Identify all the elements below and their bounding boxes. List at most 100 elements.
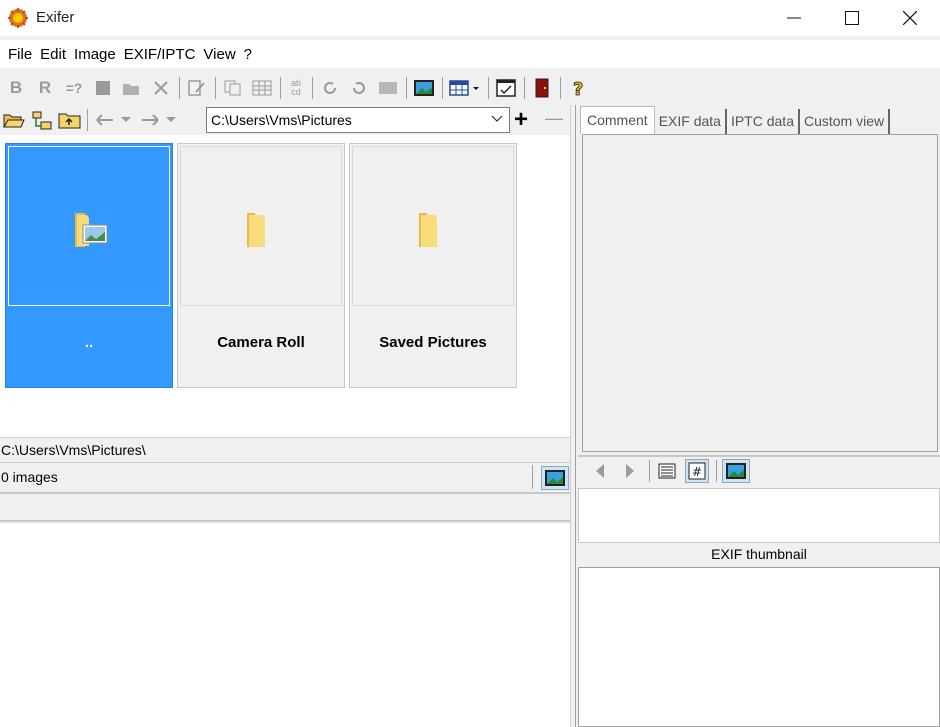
folder-tree-icon — [32, 111, 52, 130]
help-question-icon: ? — [573, 79, 584, 98]
hash-view-button[interactable]: # — [685, 459, 709, 483]
folder-thumbnail[interactable]: Saved Pictures — [349, 143, 517, 388]
remove-favorite-button[interactable]: — — [545, 108, 563, 129]
file-details-pane — [0, 524, 570, 727]
rotate-left-button[interactable] — [347, 76, 371, 100]
chevron-down-icon — [166, 117, 176, 122]
toolbar-separator — [524, 77, 525, 99]
next-button[interactable] — [618, 459, 642, 483]
rename-button[interactable]: R — [33, 76, 57, 100]
folder-label: Camera Roll — [217, 334, 305, 351]
menu-file[interactable]: File — [0, 46, 32, 63]
list-view-button[interactable] — [655, 459, 679, 483]
view-grid-icon — [449, 80, 479, 96]
chevron-down-icon — [121, 117, 131, 122]
forward-history-dropdown[interactable] — [164, 108, 178, 132]
tab-custom-view[interactable]: Custom view — [800, 109, 891, 134]
delete-button[interactable] — [149, 76, 173, 100]
thumbnail-frame — [352, 146, 514, 306]
show-preview-toggle[interactable] — [541, 466, 569, 490]
arrow-left-icon — [96, 114, 113, 126]
table-button[interactable] — [250, 76, 274, 100]
stop-button[interactable] — [91, 76, 115, 100]
minimize-button[interactable] — [764, 0, 824, 36]
exit-button[interactable] — [530, 76, 554, 100]
rotate-left-icon — [353, 82, 365, 94]
info-bar — [0, 492, 570, 522]
bold-button[interactable]: B — [4, 76, 28, 100]
back-button[interactable] — [93, 108, 117, 132]
folder-icon — [417, 211, 443, 250]
chevron-down-icon[interactable] — [491, 112, 503, 127]
square-icon — [96, 81, 110, 95]
metadata-tabs: Comment EXIF data IPTC data Custom view — [580, 106, 891, 134]
compare-button[interactable]: =? — [62, 76, 86, 100]
open-folder-icon — [123, 84, 139, 95]
tab-exif-data[interactable]: EXIF data — [655, 109, 727, 134]
nav-separator — [87, 109, 88, 131]
toolbar-separator — [560, 77, 561, 99]
folder-thumbnail[interactable]: .. — [5, 143, 173, 388]
vertical-splitter[interactable] — [570, 105, 576, 727]
rotate-right-button[interactable] — [318, 76, 342, 100]
menu-image[interactable]: Image — [66, 46, 116, 63]
copy-icon — [224, 80, 241, 96]
back-history-dropdown[interactable] — [119, 108, 133, 132]
menu-bar: File Edit Image EXIF/IPTC View ? — [0, 40, 940, 68]
properties-button[interactable] — [494, 76, 518, 100]
hash-icon: # — [688, 462, 706, 480]
batch-icon — [379, 82, 397, 94]
maximize-button[interactable] — [822, 0, 882, 36]
tab-comment[interactable]: Comment — [580, 106, 655, 134]
exif-thumbnail-title: EXIF thumbnail — [578, 543, 940, 567]
comment-panel[interactable] — [582, 134, 938, 452]
picture-icon — [726, 463, 746, 479]
thumbnail-view-button[interactable] — [722, 459, 750, 483]
thumbnail-browser: .. Camera Roll Saved Pictures — [0, 135, 570, 437]
thumbnail-frame — [8, 146, 170, 306]
toolbar-separator — [280, 77, 281, 99]
close-button[interactable] — [880, 0, 940, 36]
folder-up-button[interactable] — [58, 108, 82, 132]
toolbar-separator — [442, 77, 443, 99]
svg-text:?: ? — [573, 79, 583, 98]
list-icon — [658, 463, 676, 479]
view-mode-dropdown[interactable] — [448, 76, 482, 100]
close-icon — [903, 11, 917, 25]
exit-door-icon — [535, 78, 549, 98]
open-folder-button[interactable] — [120, 76, 144, 100]
svg-text:#: # — [692, 465, 702, 479]
copy-button[interactable] — [221, 76, 245, 100]
exif-thumbnail-area — [578, 567, 940, 727]
menu-view[interactable]: View — [195, 46, 235, 63]
folder-tree-button[interactable] — [30, 108, 54, 132]
toolbar-separator — [179, 77, 180, 99]
tab-iptc-data[interactable]: IPTC data — [727, 109, 800, 134]
case-button[interactable]: ab cd — [286, 76, 306, 100]
exifer-logo-icon — [8, 8, 28, 28]
edit-button[interactable] — [185, 76, 209, 100]
status-separator — [532, 465, 533, 489]
path-combobox[interactable]: C:\Users\Vms\Pictures — [206, 107, 510, 133]
help-button[interactable]: ? — [566, 76, 590, 100]
open-folder-nav-button[interactable] — [2, 108, 26, 132]
slideshow-button[interactable] — [412, 76, 436, 100]
folder-label: Saved Pictures — [379, 334, 487, 351]
forward-button[interactable] — [138, 108, 162, 132]
add-favorite-button[interactable]: + — [514, 106, 528, 134]
triangle-left-icon — [596, 464, 604, 478]
toolbar-separator — [716, 460, 717, 482]
open-folder-icon — [3, 114, 25, 128]
menu-help[interactable]: ? — [236, 46, 252, 63]
folder-label: .. — [84, 334, 94, 351]
menu-edit[interactable]: Edit — [32, 46, 66, 63]
current-path-text: C:\Users\Vms\Pictures\ — [1, 442, 146, 458]
previous-button[interactable] — [588, 459, 612, 483]
batch-button[interactable] — [376, 76, 400, 100]
toolbar-separator — [649, 460, 650, 482]
triangle-right-icon — [626, 464, 634, 478]
menu-exif-iptc[interactable]: EXIF/IPTC — [116, 46, 196, 63]
main-toolbar: B R =? ab cd ? — [0, 73, 940, 103]
folder-thumbnail[interactable]: Camera Roll — [177, 143, 345, 388]
image-count-bar: 0 images — [0, 462, 570, 490]
